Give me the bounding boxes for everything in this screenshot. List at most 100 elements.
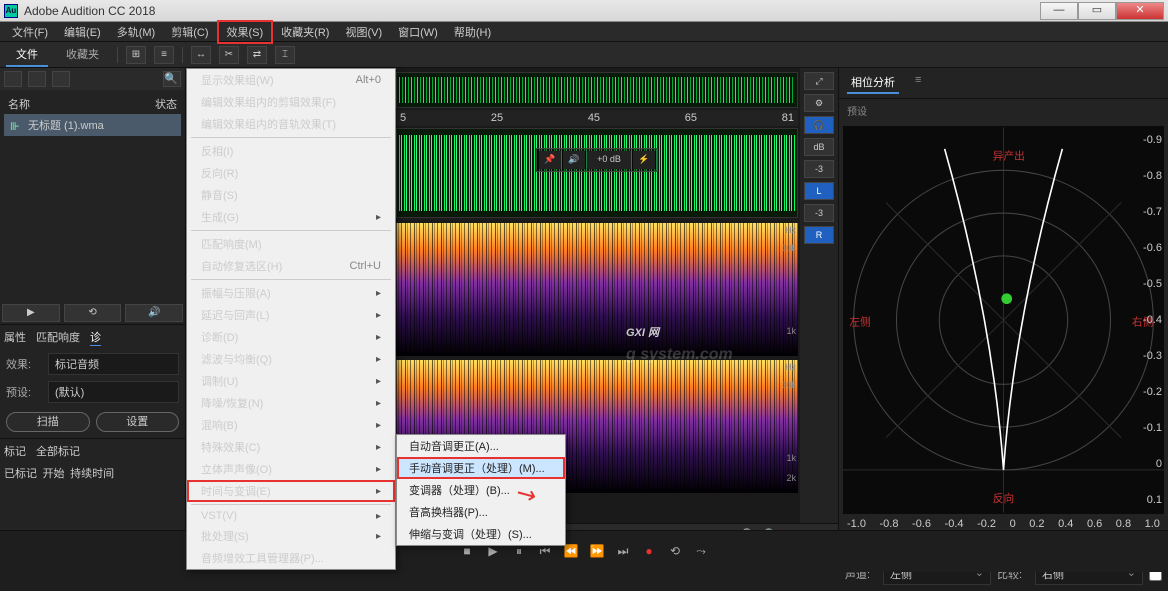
search-icon[interactable]: 🔍 bbox=[163, 71, 181, 87]
move-tool-icon[interactable]: ↔ bbox=[191, 46, 211, 64]
tab-match[interactable]: 匹配响度 bbox=[36, 329, 80, 346]
headphone-icon[interactable]: 🎧 bbox=[804, 116, 834, 134]
menu-item[interactable]: 匹配响度(M) bbox=[187, 233, 395, 255]
menu-view[interactable]: 视图(V) bbox=[337, 22, 390, 42]
record-icon[interactable] bbox=[52, 71, 70, 87]
overview-waveform[interactable] bbox=[396, 72, 798, 108]
tab-all-markers[interactable]: 全部标记 bbox=[36, 443, 80, 459]
menu-window[interactable]: 窗口(W) bbox=[390, 22, 446, 42]
menu-item[interactable]: 编辑效果组内的音轨效果(T) bbox=[187, 113, 395, 135]
open-file-icon[interactable] bbox=[4, 71, 22, 87]
right-channel-button[interactable]: R bbox=[804, 226, 834, 244]
file-item[interactable]: ⊪ 无标题 (1).wma bbox=[4, 114, 181, 136]
hud-db-value[interactable]: +0 dB bbox=[587, 151, 631, 169]
marker-tabs: 标记 全部标记 bbox=[0, 438, 185, 463]
menu-item[interactable]: 自动修复选区(H)Ctrl+U bbox=[187, 255, 395, 277]
settings-button[interactable]: 设置 bbox=[96, 412, 180, 432]
submenu-item[interactable]: 自动音调更正(A)... bbox=[397, 435, 565, 457]
menu-item[interactable]: 延迟与回声(L) bbox=[187, 304, 395, 326]
menu-item[interactable]: 振幅与压限(A) bbox=[187, 282, 395, 304]
menu-effects[interactable]: 效果(S) bbox=[217, 20, 274, 44]
phase-scope[interactable]: 异产出 左侧 右侧 反向 -0.9-0.8-0.7-0.6-0.5-0.4-0.… bbox=[843, 126, 1164, 514]
tab-menu-icon[interactable]: ≡ bbox=[911, 72, 925, 94]
menu-item[interactable]: 调制(U) bbox=[187, 370, 395, 392]
speaker-icon[interactable]: 🔊 bbox=[125, 304, 183, 322]
main-waveform[interactable] bbox=[396, 128, 798, 218]
ruler-tick: 5 bbox=[400, 112, 406, 124]
time-ruler[interactable]: 5 25 45 65 81 bbox=[396, 110, 798, 126]
menu-item[interactable]: 滤波与均衡(Q) bbox=[187, 348, 395, 370]
submenu-item[interactable]: 手动音调更正（处理）(M)... bbox=[397, 457, 565, 479]
menu-item[interactable]: 静音(S) bbox=[187, 184, 395, 206]
menu-item[interactable]: 音频增效工具管理器(P)... bbox=[187, 547, 395, 569]
close-button[interactable]: ✕ bbox=[1116, 2, 1164, 20]
file-name: 无标题 (1).wma bbox=[28, 117, 104, 133]
menu-item[interactable]: 混响(B) bbox=[187, 414, 395, 436]
file-list: 名称 状态 ⊪ 无标题 (1).wma bbox=[0, 90, 185, 140]
menu-help[interactable]: 帮助(H) bbox=[446, 22, 499, 42]
phase-x-scale: -1.0-0.8-0.6-0.4-0.200.20.40.60.81.0 bbox=[839, 518, 1168, 530]
menu-favorites[interactable]: 收藏夹(R) bbox=[273, 22, 337, 42]
hud-pin-icon[interactable]: 📌 bbox=[539, 151, 561, 169]
tab-attr[interactable]: 属性 bbox=[4, 329, 26, 346]
next-icon[interactable]: ⏭ bbox=[614, 544, 632, 560]
phase-bottom-label: 反向 bbox=[993, 492, 1014, 505]
waveform-tool-icon[interactable]: ⊞ bbox=[126, 46, 146, 64]
menu-item[interactable]: 降噪/恢复(N) bbox=[187, 392, 395, 414]
menu-clip[interactable]: 剪辑(C) bbox=[163, 22, 216, 42]
tab-favorites[interactable]: 收藏夹 bbox=[56, 43, 109, 67]
left-channel-button[interactable]: L bbox=[804, 182, 834, 200]
tab-diag[interactable]: 诊 bbox=[90, 329, 101, 346]
spectrogram-left[interactable]: Hz 10k 1k bbox=[396, 223, 798, 356]
right-tabs: 相位分析 ≡ bbox=[839, 68, 1168, 99]
col-start: 开始 bbox=[43, 465, 65, 481]
minimize-button[interactable]: — bbox=[1040, 2, 1078, 20]
record-icon[interactable]: ● bbox=[640, 544, 658, 560]
slip-tool-icon[interactable]: ⇄ bbox=[247, 46, 267, 64]
tab-phase[interactable]: 相位分析 bbox=[847, 72, 899, 94]
titlebar: Au Adobe Audition CC 2018 — ▭ ✕ bbox=[0, 0, 1168, 22]
freq-label: 1k bbox=[786, 453, 796, 463]
hud-volume-icon[interactable]: 🔊 bbox=[563, 151, 585, 169]
effect-select[interactable]: 标记音频 bbox=[48, 353, 179, 375]
settings-icon[interactable]: ⚙ bbox=[804, 94, 834, 112]
menu-file[interactable]: 文件(F) bbox=[4, 22, 56, 42]
razor-tool-icon[interactable]: ✂ bbox=[219, 46, 239, 64]
menu-item[interactable]: 反向(R) bbox=[187, 162, 395, 184]
main-area: 🔍 名称 状态 ⊪ 无标题 (1).wma ▶ ⟲ 🔊 属性 匹配响度 诊 效果… bbox=[0, 68, 1168, 572]
loop-icon[interactable]: ⟲ bbox=[64, 304, 122, 322]
menu-item[interactable]: 编辑效果组内的剪辑效果(F) bbox=[187, 91, 395, 113]
maximize-button[interactable]: ▭ bbox=[1078, 2, 1116, 20]
menu-multitrack[interactable]: 多轨(M) bbox=[109, 22, 164, 42]
time-pitch-submenu: 自动音调更正(A)...手动音调更正（处理）(M)...变调器（处理）(B)..… bbox=[396, 434, 566, 546]
menu-item[interactable]: 立体声声像(O) bbox=[187, 458, 395, 480]
menu-item[interactable]: VST(V) bbox=[187, 507, 395, 525]
new-file-icon[interactable] bbox=[28, 71, 46, 87]
forward-icon[interactable]: ⏩ bbox=[588, 544, 606, 560]
menu-edit[interactable]: 编辑(E) bbox=[56, 22, 109, 42]
preset-select[interactable]: (默认) bbox=[48, 381, 179, 403]
freq-label: 10k bbox=[781, 380, 796, 390]
scan-button[interactable]: 扫描 bbox=[6, 412, 90, 432]
skip-icon[interactable]: ⤳ bbox=[692, 544, 710, 560]
submenu-item[interactable]: 音高换档器(P)... bbox=[397, 501, 565, 523]
menu-item[interactable]: 特殊效果(C) bbox=[187, 436, 395, 458]
zoom-icon[interactable]: ⤢ bbox=[804, 72, 834, 90]
menu-item[interactable]: 诊断(D) bbox=[187, 326, 395, 348]
separator bbox=[182, 47, 183, 63]
time-select-icon[interactable]: ⌶ bbox=[275, 46, 295, 64]
effect-label: 效果: bbox=[6, 356, 42, 372]
menu-item[interactable]: 批处理(S) bbox=[187, 525, 395, 547]
menu-item[interactable]: 生成(G) bbox=[187, 206, 395, 228]
loop-icon[interactable]: ⟲ bbox=[666, 544, 684, 560]
tab-marker[interactable]: 标记 bbox=[4, 443, 26, 459]
multitrack-tool-icon[interactable]: ≡ bbox=[154, 46, 174, 64]
menu-item[interactable]: 显示效果组(W)Alt+0 bbox=[187, 69, 395, 91]
phase-y-scale: -0.9-0.8-0.7-0.6-0.5-0.4-0.3-0.2-0.100.1 bbox=[1138, 126, 1162, 514]
tab-files[interactable]: 文件 bbox=[6, 43, 48, 67]
play-icon[interactable]: ▶ bbox=[2, 304, 60, 322]
submenu-item[interactable]: 伸缩与变调（处理）(S)... bbox=[397, 523, 565, 545]
hud-fx-icon[interactable]: ⚡ bbox=[633, 151, 655, 169]
menu-item[interactable]: 反相(I) bbox=[187, 140, 395, 162]
menu-item[interactable]: 时间与变调(E) bbox=[187, 480, 395, 502]
